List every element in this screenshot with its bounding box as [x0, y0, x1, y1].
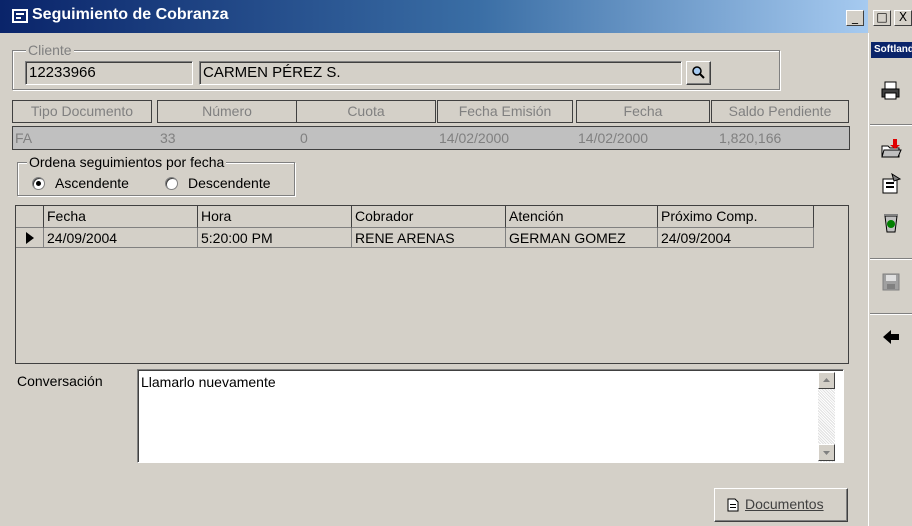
header-saldo-pendiente: Saldo Pendiente: [711, 100, 849, 123]
header-cuota: Cuota: [296, 100, 436, 123]
table-cell-proximo-comp[interactable]: 24/09/2004: [658, 228, 814, 248]
scroll-down-button[interactable]: [818, 444, 835, 461]
scroll-up-button[interactable]: [818, 372, 835, 389]
conversacion-text[interactable]: Llamarlo nuevamente: [141, 374, 276, 390]
toolbar-separator: [870, 124, 912, 126]
table-cell-cobrador[interactable]: RENE ARENAS: [352, 228, 506, 248]
row-selector[interactable]: [16, 228, 44, 248]
conversacion-label: Conversación: [17, 373, 103, 389]
client-name-field[interactable]: CARMEN PÉREZ S.: [199, 61, 682, 85]
maximize-button[interactable]: □: [873, 10, 891, 26]
tipo-documento-value: FA: [15, 130, 33, 146]
table-cell-fecha[interactable]: 24/09/2004: [44, 228, 198, 248]
window-title: Seguimiento de Cobranza: [32, 6, 229, 23]
brand-logo: Softland: [871, 42, 912, 58]
cuota-value: 0: [300, 130, 308, 146]
open-folder-icon[interactable]: [880, 138, 902, 160]
save-icon[interactable]: [880, 271, 902, 293]
table-cell-hora[interactable]: 5:20:00 PM: [198, 228, 352, 248]
search-icon: [692, 66, 705, 79]
col-proximo-comp[interactable]: Próximo Comp.: [658, 206, 814, 228]
header-fecha-emision: Fecha Emisión: [437, 100, 573, 123]
header-numero: Número: [157, 100, 297, 123]
col-atencion[interactable]: Atención: [506, 206, 658, 228]
col-fecha[interactable]: Fecha: [44, 206, 198, 228]
arrow-up-icon: [823, 378, 830, 382]
window-icon: [12, 9, 28, 23]
numero-value: 33: [160, 130, 176, 146]
recycle-icon[interactable]: [880, 212, 902, 234]
rut-field[interactable]: 12233966: [25, 61, 193, 85]
saldo-pendiente-value: 1,820,166: [719, 130, 782, 146]
back-arrow-icon[interactable]: [880, 326, 902, 348]
fecha-value: 14/02/2000: [578, 130, 649, 146]
properties-icon[interactable]: [880, 172, 902, 195]
orden-legend: Ordena seguimientos por fecha: [27, 154, 227, 170]
document-icon: [726, 498, 740, 512]
col-hora[interactable]: Hora: [198, 206, 352, 228]
ascendente-label[interactable]: Ascendente: [55, 175, 129, 191]
fecha-emision-value: 14/02/2000: [439, 130, 510, 146]
ascendente-radio[interactable]: [32, 177, 45, 190]
close-button[interactable]: X: [894, 10, 912, 26]
descendente-radio[interactable]: [165, 177, 178, 190]
minimize-button[interactable]: _: [846, 10, 864, 26]
search-client-button[interactable]: [686, 61, 711, 85]
row-indicator-header: [16, 206, 44, 228]
descendente-label[interactable]: Descendente: [188, 175, 271, 191]
arrow-down-icon: [823, 451, 830, 455]
row-pointer-icon: [26, 232, 34, 244]
documentos-label[interactable]: Documentos: [745, 496, 824, 512]
print-icon[interactable]: [880, 80, 902, 102]
toolbar-separator: [870, 258, 912, 260]
cliente-legend: Cliente: [26, 42, 74, 58]
header-fecha: Fecha: [576, 100, 710, 123]
table-cell-atencion[interactable]: GERMAN GOMEZ: [506, 228, 658, 248]
toolbar-separator: [870, 313, 912, 315]
col-cobrador[interactable]: Cobrador: [352, 206, 506, 228]
header-tipo-documento: Tipo Documento: [12, 100, 152, 123]
